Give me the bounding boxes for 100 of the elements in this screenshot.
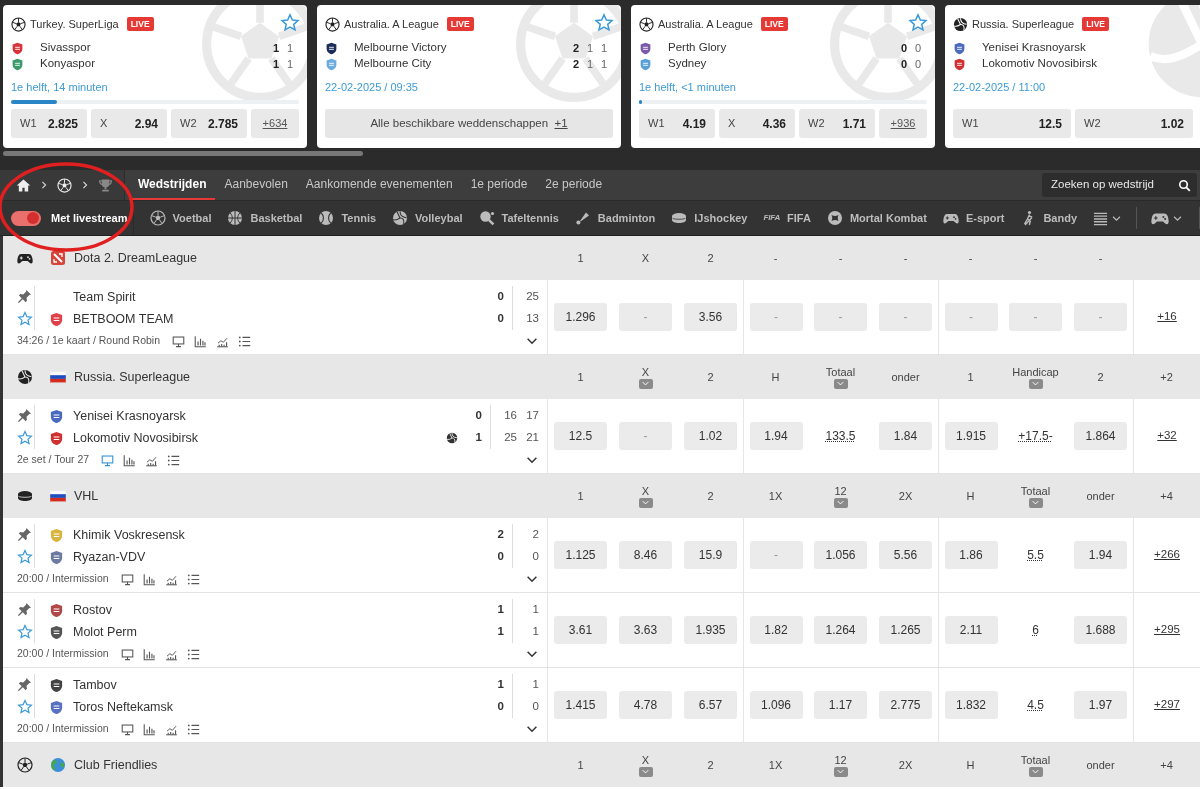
trophy-icon[interactable]: [98, 177, 113, 193]
odds-button[interactable]: X 2.94: [91, 109, 167, 138]
pin-icon[interactable]: [17, 677, 32, 693]
star-icon[interactable]: [16, 623, 33, 640]
nav-tab[interactable]: 1e periode: [461, 170, 537, 200]
column-dropdown[interactable]: [638, 378, 653, 389]
column-dropdown[interactable]: [833, 497, 848, 508]
livestream-toggle[interactable]: [11, 210, 41, 226]
stream-icon[interactable]: [172, 334, 185, 348]
odds-button[interactable]: 1.97: [1074, 691, 1127, 719]
search-icon[interactable]: [1178, 179, 1191, 192]
odds-button[interactable]: W1 4.19: [639, 109, 715, 138]
line-value[interactable]: +17.5-: [1018, 427, 1053, 445]
sport-tab[interactable]: FIFA FIFA: [755, 201, 819, 235]
odds-button[interactable]: 1.94: [749, 422, 803, 450]
odds-button[interactable]: 6.57: [684, 691, 737, 719]
odds-button[interactable]: 1.864: [1074, 422, 1127, 450]
odds-button[interactable]: 2.11: [944, 616, 998, 644]
odds-button[interactable]: 1.415: [554, 691, 607, 719]
odds-button[interactable]: 8.46: [619, 541, 672, 569]
star-icon[interactable]: [16, 310, 33, 327]
line-value[interactable]: 6: [1032, 621, 1039, 639]
search-field[interactable]: Zoeken op wedstrijd: [1042, 173, 1197, 197]
odds-button[interactable]: 3.56: [684, 303, 737, 331]
star-icon[interactable]: [16, 429, 33, 446]
list-icon[interactable]: [238, 334, 251, 348]
star-icon[interactable]: [16, 548, 33, 565]
odds-button[interactable]: X 4.36: [719, 109, 795, 138]
pin-icon[interactable]: [17, 527, 32, 543]
list-icon[interactable]: [186, 647, 200, 661]
bar-chart-icon[interactable]: [194, 334, 207, 348]
soccer-ball-icon[interactable]: [57, 177, 72, 193]
column-dropdown[interactable]: [1028, 766, 1043, 777]
odds-button[interactable]: 1.296: [554, 303, 607, 331]
sport-tab[interactable]: IJshockey: [663, 201, 756, 235]
odds-button[interactable]: 12.5: [554, 422, 607, 450]
odds-button[interactable]: 1.265: [879, 616, 932, 644]
line-value[interactable]: 5.5: [1027, 546, 1044, 564]
odds-button[interactable]: W2 2.785: [171, 109, 247, 138]
column-dropdown[interactable]: [1028, 497, 1043, 508]
stream-icon[interactable]: [101, 453, 115, 467]
odds-button[interactable]: 1.935: [684, 616, 737, 644]
more-bets-link[interactable]: +16: [1157, 308, 1177, 326]
star-icon[interactable]: [280, 13, 300, 33]
sport-tab[interactable]: Volleybal: [384, 201, 471, 235]
odds-button[interactable]: W2 1.71: [799, 109, 875, 138]
odds-button[interactable]: W2 1.02: [1075, 109, 1193, 138]
star-icon[interactable]: [594, 13, 614, 33]
more-bets-link[interactable]: +297: [1154, 696, 1180, 714]
pin-icon[interactable]: [17, 602, 32, 618]
scrollbar[interactable]: [3, 151, 363, 156]
sport-tab[interactable]: E-sport: [934, 201, 1013, 235]
odds-button[interactable]: 1.056: [814, 541, 867, 569]
odds-button[interactable]: 1.915: [944, 422, 998, 450]
odds-button[interactable]: 3.63: [619, 616, 672, 644]
line-value[interactable]: 4.5: [1027, 696, 1044, 714]
line-value[interactable]: 133.5: [825, 427, 856, 445]
bar-chart-icon[interactable]: [142, 722, 156, 736]
odds-button[interactable]: 5.56: [879, 541, 932, 569]
sport-tab[interactable]: Voetbal: [141, 201, 220, 235]
stream-icon[interactable]: [120, 722, 134, 736]
bar-chart-icon[interactable]: [142, 647, 156, 661]
odds-button[interactable]: 1.86: [944, 541, 998, 569]
column-dropdown[interactable]: [638, 766, 653, 777]
all-bets-button[interactable]: Alle beschikbare weddenschappen +1: [325, 109, 613, 138]
bar-chart-icon[interactable]: [123, 453, 137, 467]
column-dropdown[interactable]: [833, 378, 848, 389]
odds-button[interactable]: 4.78: [619, 691, 672, 719]
odds-button[interactable]: 2.775: [879, 691, 932, 719]
odds-button[interactable]: 1.94: [1074, 541, 1127, 569]
bar-chart-icon[interactable]: [142, 572, 156, 586]
odds-button[interactable]: 1.688: [1074, 616, 1127, 644]
odds-button[interactable]: 1.125: [554, 541, 607, 569]
list-icon[interactable]: [167, 453, 181, 467]
sport-tab[interactable]: Bandy: [1012, 201, 1085, 235]
odds-button[interactable]: W1 12.5: [953, 109, 1071, 138]
odds-button[interactable]: 1.264: [814, 616, 867, 644]
pin-icon[interactable]: [17, 408, 32, 424]
more-bets-link[interactable]: +32: [1157, 427, 1177, 445]
list-icon[interactable]: [186, 572, 200, 586]
odds-button[interactable]: 3.61: [554, 616, 607, 644]
stream-icon[interactable]: [120, 572, 134, 586]
list-icon[interactable]: [186, 722, 200, 736]
nav-tab[interactable]: Aanbevolen: [215, 170, 297, 200]
more-bets-link[interactable]: +295: [1154, 621, 1180, 639]
column-dropdown[interactable]: [1028, 378, 1043, 389]
nav-tab[interactable]: Aankomende evenementen: [296, 170, 462, 200]
more-bets-link[interactable]: +266: [1154, 546, 1180, 564]
more-bets-button[interactable]: +936: [879, 109, 927, 138]
sport-tab[interactable]: Badminton: [566, 201, 664, 235]
nav-tab[interactable]: 2e periode: [536, 170, 612, 200]
odds-button[interactable]: 1.02: [684, 422, 737, 450]
column-dropdown[interactable]: [638, 497, 653, 508]
odds-button[interactable]: 15.9: [684, 541, 737, 569]
star-icon[interactable]: [908, 13, 928, 33]
more-bets-button[interactable]: +634: [251, 109, 299, 138]
sport-tab[interactable]: Tennis: [310, 201, 385, 235]
home-icon[interactable]: [16, 177, 31, 193]
odds-button[interactable]: 1.17: [814, 691, 867, 719]
sport-tab[interactable]: Tafeltennis: [470, 201, 567, 235]
